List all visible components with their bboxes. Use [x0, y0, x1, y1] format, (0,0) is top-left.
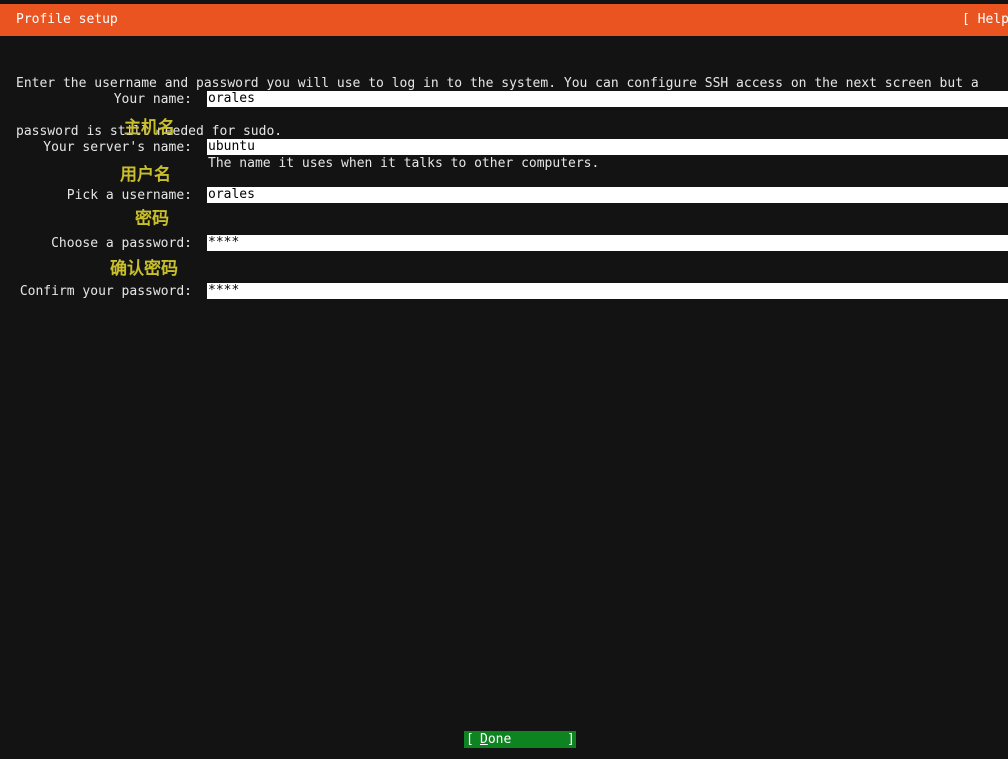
username-annotation: 用户名: [120, 165, 171, 185]
done-bracket-left: [: [466, 732, 474, 747]
done-label: Done: [480, 731, 511, 748]
intro-line-1: Enter the username and password you will…: [16, 76, 979, 91]
confirm-password-field[interactable]: ****: [207, 283, 1008, 299]
username-field[interactable]: orales: [207, 187, 1008, 203]
installer-screen: Profile setup [ Help Enter the username …: [0, 0, 1008, 759]
password-field[interactable]: ****: [207, 235, 1008, 251]
help-button[interactable]: [ Help: [962, 12, 1008, 28]
done-button[interactable]: [ Done ]: [464, 731, 576, 748]
done-label-hotkey: D: [480, 732, 488, 747]
server-name-field[interactable]: ubuntu: [207, 139, 1008, 155]
password-label: Choose a password:: [51, 236, 192, 251]
password-annotation: 密码: [135, 209, 169, 229]
name-field[interactable]: orales: [207, 91, 1008, 107]
page-title: Profile setup: [16, 12, 118, 27]
server-name-hint: The name it uses when it talks to other …: [208, 156, 600, 171]
server-annotation: 主机名: [124, 118, 175, 138]
name-label: Your name:: [113, 92, 192, 107]
done-bracket-right: ]: [567, 732, 575, 747]
server-name-label: Your server's name:: [43, 140, 192, 155]
username-label: Pick a username:: [66, 188, 192, 203]
confirm-annotation: 确认密码: [110, 259, 178, 279]
done-label-rest: one: [487, 732, 512, 747]
confirm-password-label: Confirm your password:: [19, 284, 192, 299]
header-bar: Profile setup [ Help: [0, 4, 1008, 36]
